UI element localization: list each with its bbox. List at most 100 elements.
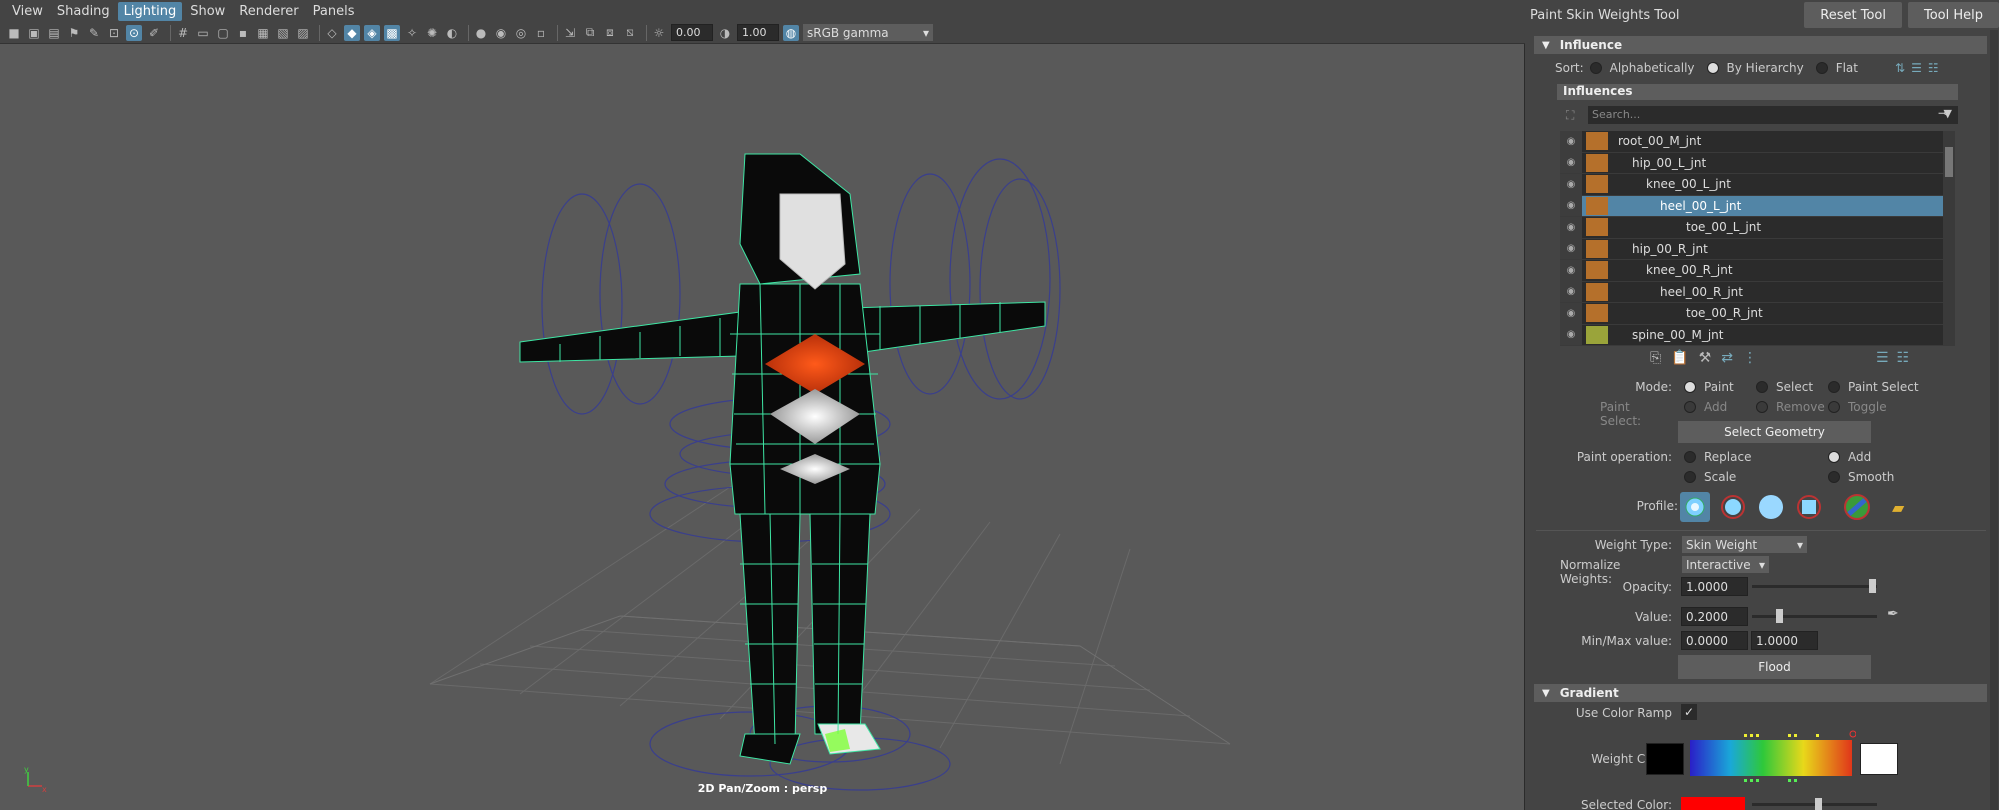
wireframe-icon[interactable]: ◇ — [324, 25, 340, 41]
list-alt-icon[interactable]: ☷ — [1897, 350, 1910, 366]
mode-paint-select-radio[interactable] — [1828, 381, 1840, 393]
profile-square-button[interactable] — [1794, 492, 1824, 522]
joint-color-swatch[interactable] — [1586, 325, 1608, 344]
exposure-icon[interactable]: ☼ — [651, 25, 667, 41]
grease-pencil-icon[interactable]: ✎ — [86, 25, 102, 41]
visibility-eye-icon[interactable]: ◉ — [1560, 281, 1582, 303]
folder-icon[interactable]: ▰ — [1892, 498, 1904, 517]
select-geometry-button[interactable]: Select Geometry — [1678, 421, 1871, 443]
joint-color-swatch[interactable] — [1586, 175, 1608, 194]
bookmark-flag-icon[interactable]: ⚑ — [66, 25, 82, 41]
tree-row-selected[interactable]: ◉ heel_00_L_jnt — [1560, 195, 1943, 217]
visibility-eye-icon[interactable]: ◉ — [1560, 238, 1582, 260]
influence-search-input[interactable]: Search... ▼ — [1588, 106, 1958, 124]
ramp-end-marker[interactable] — [1849, 730, 1856, 738]
menu-lighting[interactable]: Lighting — [117, 1, 183, 21]
color-management-icon[interactable]: ◍ — [783, 24, 799, 41]
field-chart-icon[interactable]: ▦ — [255, 25, 271, 41]
paint-op-scale-radio[interactable] — [1684, 471, 1696, 483]
opacity-slider-knob[interactable] — [1869, 579, 1876, 593]
menu-shading[interactable]: Shading — [51, 2, 116, 21]
opacity-slider-track[interactable] — [1752, 585, 1877, 588]
resolution-gate-icon[interactable]: ▢ — [215, 25, 231, 41]
pin-icon[interactable]: ⊸ — [1938, 106, 1948, 120]
lights-icon[interactable]: ✺ — [424, 25, 440, 41]
menu-panels[interactable]: Panels — [307, 2, 361, 21]
paint-op-scale-option[interactable]: Scale — [1684, 470, 1736, 484]
min-value-field[interactable]: 0.0000 — [1681, 631, 1748, 650]
sort-alpha-radio[interactable] — [1589, 62, 1602, 74]
weight-type-dropdown[interactable]: Skin Weight ▾ — [1682, 536, 1807, 553]
influence-tree[interactable]: ◉ root_00_M_jnt ◉ hip_00_L_jnt ◉ knee_00… — [1560, 131, 1943, 346]
scene-canvas[interactable] — [0, 44, 1525, 810]
gamma-field[interactable]: 1.00 — [737, 24, 779, 41]
shadows-icon[interactable]: ◐ — [444, 25, 460, 41]
visibility-eye-icon[interactable]: ◉ — [1560, 324, 1582, 346]
backface-icon[interactable]: ⧅ — [622, 25, 638, 41]
tool-help-button[interactable]: Tool Help — [1907, 2, 1999, 28]
profile-image-button[interactable] — [1842, 492, 1872, 522]
copy-weights-icon[interactable]: ⎘ — [1650, 350, 1661, 366]
safe-title-icon[interactable]: ▨ — [295, 25, 311, 41]
joint-color-swatch[interactable] — [1586, 304, 1608, 323]
gamma-icon[interactable]: ◑ — [717, 25, 733, 41]
color-ramp[interactable] — [1686, 730, 1856, 790]
camera-attributes-icon[interactable]: ▣ — [26, 25, 42, 41]
weight-color-min-swatch[interactable] — [1646, 743, 1684, 775]
eyedropper-icon[interactable]: ✒ — [1887, 606, 1899, 622]
exposure-field[interactable]: 0.00 — [671, 24, 713, 41]
paint-op-smooth-option[interactable]: Smooth — [1828, 470, 1894, 484]
panel-scrollbar[interactable] — [1990, 30, 1998, 810]
profile-soft-button[interactable] — [1718, 492, 1748, 522]
bookmark-icon[interactable]: ▤ — [46, 25, 62, 41]
brush-icon[interactable]: ✐ — [146, 25, 162, 41]
list-icon[interactable]: ☰ — [1911, 61, 1922, 75]
joint-color-swatch[interactable] — [1586, 196, 1608, 215]
paint-op-add-radio[interactable] — [1828, 451, 1840, 463]
visibility-eye-icon[interactable]: ◉ — [1560, 195, 1582, 217]
use-color-ramp-checkbox[interactable]: ✓ — [1681, 704, 1697, 720]
paste-weights-icon[interactable]: 📋 — [1671, 350, 1688, 366]
select-all-icon[interactable]: ⛶ — [1566, 108, 1574, 123]
visibility-eye-icon[interactable]: ◉ — [1560, 259, 1582, 281]
visibility-eye-icon[interactable]: ◉ — [1560, 152, 1582, 174]
sort-hierarchy-radio[interactable] — [1706, 62, 1719, 74]
mode-select-radio[interactable] — [1756, 381, 1768, 393]
menu-show[interactable]: Show — [184, 2, 231, 21]
2d-pan-icon[interactable]: ⊙ — [126, 24, 142, 41]
profile-gaussian-button[interactable] — [1680, 492, 1710, 522]
scrollbar-thumb[interactable] — [1945, 147, 1953, 177]
xray-icon[interactable]: ✧ — [404, 25, 420, 41]
menu-view[interactable]: View — [6, 2, 49, 21]
visibility-eye-icon[interactable]: ◉ — [1560, 173, 1582, 195]
selected-color-swatch[interactable] — [1681, 797, 1745, 810]
paint-op-add-option[interactable]: Add — [1828, 450, 1871, 464]
tree-row[interactable]: ◉ toe_00_L_jnt — [1560, 216, 1943, 239]
joint-color-swatch[interactable] — [1586, 239, 1608, 258]
motion-blur-icon[interactable]: ◉ — [493, 25, 509, 41]
mode-select-option[interactable]: Select — [1756, 380, 1813, 394]
joint-color-swatch[interactable] — [1586, 282, 1608, 301]
smooth-shade-icon[interactable]: ◆ — [344, 24, 360, 41]
paint-op-smooth-radio[interactable] — [1828, 471, 1840, 483]
joint-color-swatch[interactable] — [1586, 132, 1608, 151]
gradient-section-header[interactable]: ▼ Gradient — [1534, 684, 1987, 702]
viewport-panel[interactable]: View Shading Lighting Show Renderer Pane… — [0, 0, 1525, 810]
list-icon[interactable]: ☰ — [1876, 350, 1889, 366]
tree-row[interactable]: ◉ spine_00_M_jnt — [1560, 324, 1943, 346]
sort-flat-radio[interactable] — [1815, 62, 1828, 74]
reset-tool-button[interactable]: Reset Tool — [1804, 2, 1902, 28]
tree-scrollbar[interactable] — [1943, 131, 1955, 346]
normalize-weights-dropdown[interactable]: Interactive ▾ — [1682, 556, 1769, 573]
weight-hammer-icon[interactable]: ⚒ — [1699, 350, 1712, 366]
paint-op-replace-radio[interactable] — [1684, 451, 1696, 463]
opacity-field[interactable]: 1.0000 — [1681, 577, 1748, 596]
camera-icon[interactable]: ■ — [6, 25, 22, 41]
show-influences-icon[interactable]: ⋮ — [1743, 350, 1757, 366]
mode-paint-radio[interactable] — [1684, 381, 1696, 393]
selected-color-slider-knob[interactable] — [1815, 798, 1822, 810]
menu-renderer[interactable]: Renderer — [233, 2, 304, 21]
xray-active-icon[interactable]: ⧈ — [602, 25, 618, 41]
mode-paint-select-option[interactable]: Paint Select — [1828, 380, 1919, 394]
grid-icon[interactable]: # — [175, 25, 191, 41]
